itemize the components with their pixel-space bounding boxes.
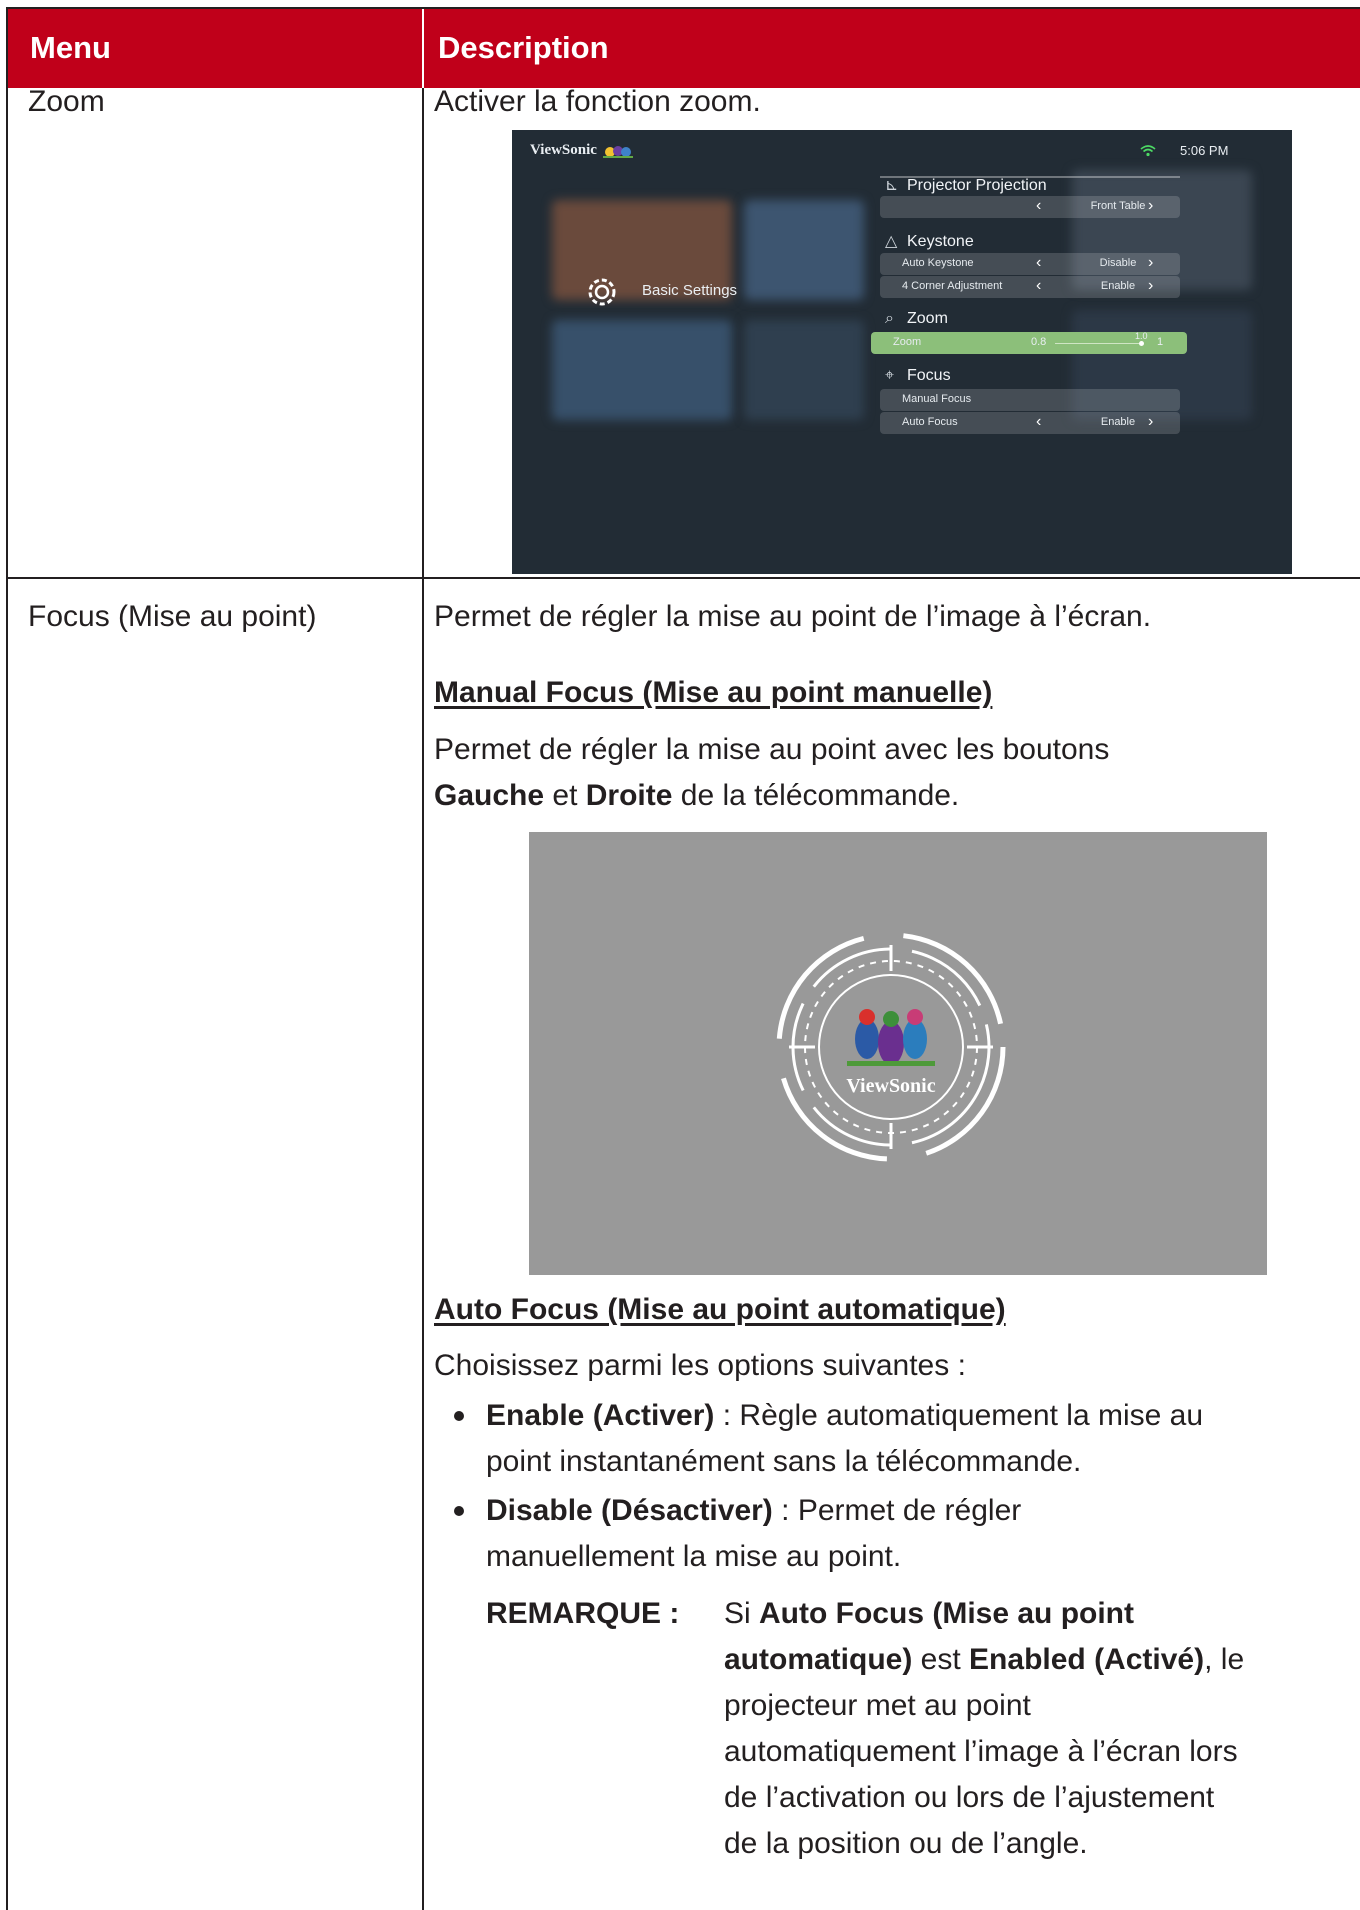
basic-settings-label: Basic Settings	[642, 282, 738, 299]
crosshair-icon: ⌖	[885, 367, 895, 384]
chevron-left-icon[interactable]: ‹	[1036, 197, 1041, 215]
chevron-left-icon[interactable]: ‹	[1036, 413, 1041, 431]
bg-tile	[744, 320, 864, 420]
enable-option: Enable (Activer) : Règle automatiquement…	[486, 1399, 1204, 1432]
projection-row[interactable]: ‹ Front Table ›	[880, 196, 1180, 218]
projection-icon: ⊾	[885, 177, 899, 194]
brand-logo: ViewSonic	[530, 142, 635, 159]
projection-value: Front Table	[1090, 200, 1146, 212]
auto-keystone-label: Auto Keystone	[902, 257, 974, 269]
row-divider	[8, 577, 1360, 579]
disable-option-cont: manuellement la mise au point.	[486, 1540, 902, 1573]
corner-adjustment-label: 4 Corner Adjustment	[902, 280, 1003, 292]
bullet-dot	[454, 1411, 464, 1421]
chevron-left-icon[interactable]: ‹	[1036, 277, 1041, 295]
corner-adjustment-value: Enable	[1100, 280, 1136, 292]
keystone-icon: △	[885, 233, 898, 250]
note-line5: de l’activation ou lors de l’ajustement	[724, 1781, 1215, 1814]
wifi-icon	[1140, 144, 1156, 160]
clock: 5:06 PM	[1180, 143, 1229, 158]
zoom-slider-knob[interactable]	[1139, 341, 1144, 346]
search-icon: ⌕	[885, 310, 894, 327]
auto-focus-label: Auto Focus	[902, 416, 958, 428]
auto-focus-choose: Choisissez parmi les options suivantes :	[434, 1349, 966, 1382]
manual-focus-line1: Permet de régler la mise au point avec l…	[434, 733, 1110, 766]
birds-logo-icon	[602, 145, 633, 158]
focus-target-icon	[776, 932, 1006, 1162]
auto-focus-value: Enable	[1100, 416, 1136, 428]
manual-focus-line2: Gauche et Droite de la télécommande.	[434, 779, 960, 812]
manual-focus-heading: Manual Focus (Mise au point manuelle)	[434, 676, 993, 709]
zoom-description: Activer la fonction zoom.	[434, 85, 761, 118]
gear-icon	[582, 272, 622, 315]
focus-pattern-screenshot: ViewSonic	[529, 832, 1267, 1275]
zoom-slider-track[interactable]	[1055, 343, 1139, 344]
bullet-dot	[454, 1506, 464, 1516]
zoom-knob-label: 1.0	[1135, 331, 1148, 341]
zoom-current-value: 0.8	[1031, 336, 1047, 348]
zoom-row-label: Zoom	[893, 336, 922, 348]
chevron-right-icon[interactable]: ›	[1148, 413, 1153, 431]
note-line4: automatiquement l’image à l’écran lors	[724, 1735, 1238, 1768]
column-divider	[422, 88, 424, 1910]
bg-tile	[744, 200, 864, 300]
corner-adjustment-row[interactable]: 4 Corner Adjustment ‹ Enable ›	[880, 276, 1180, 298]
auto-focus-row[interactable]: Auto Focus ‹ Enable ›	[880, 412, 1180, 434]
enable-option-cont: point instantanément sans la télécommand…	[486, 1445, 1082, 1478]
zoom-slider-row[interactable]: Zoom 0.8 1.0 1	[871, 331, 1187, 354]
chevron-left-icon[interactable]: ‹	[1036, 254, 1041, 272]
section-projection: ⊾ Projector Projection	[885, 177, 1047, 194]
bg-tile	[552, 320, 732, 420]
focus-intro: Permet de régler la mise au point de l’i…	[434, 600, 1152, 633]
section-focus: ⌖ Focus	[885, 367, 951, 384]
zoom-settings-screenshot: ViewSonic 5:06 PM Basic Settings ⊾ Projec…	[512, 130, 1292, 574]
note-line2: automatique) est Enabled (Activé), le	[724, 1643, 1245, 1676]
zoom-max-value: 1	[1157, 336, 1164, 348]
disable-option: Disable (Désactiver) : Permet de régler	[486, 1494, 1022, 1527]
chevron-right-icon[interactable]: ›	[1148, 254, 1153, 272]
note-line1: Si Auto Focus (Mise au point	[724, 1597, 1135, 1630]
section-zoom: ⌕ Zoom	[885, 310, 948, 327]
chevron-right-icon[interactable]: ›	[1148, 197, 1153, 215]
menu-focus: Focus (Mise au point)	[28, 600, 317, 633]
note-line6: de la position ou de l’angle.	[724, 1827, 1088, 1860]
table-header: Menu Description	[8, 9, 1360, 88]
auto-keystone-row[interactable]: Auto Keystone ‹ Disable ›	[880, 253, 1180, 275]
note-label: REMARQUE :	[486, 1597, 680, 1630]
menu-zoom: Zoom	[28, 85, 105, 118]
chevron-right-icon[interactable]: ›	[1148, 277, 1153, 295]
focus-logo-text: ViewSonic	[846, 1075, 936, 1097]
auto-focus-heading: Auto Focus (Mise au point automatique)	[434, 1293, 1006, 1326]
manual-focus-row[interactable]: Manual Focus	[880, 389, 1180, 411]
section-keystone: △ Keystone	[885, 233, 974, 250]
header-divider	[422, 9, 424, 88]
header-description: Description	[438, 30, 609, 65]
header-menu: Menu	[30, 30, 111, 65]
note-line3: projecteur met au point	[724, 1689, 1031, 1722]
manual-focus-label: Manual Focus	[902, 393, 972, 405]
auto-keystone-value: Disable	[1099, 257, 1137, 269]
